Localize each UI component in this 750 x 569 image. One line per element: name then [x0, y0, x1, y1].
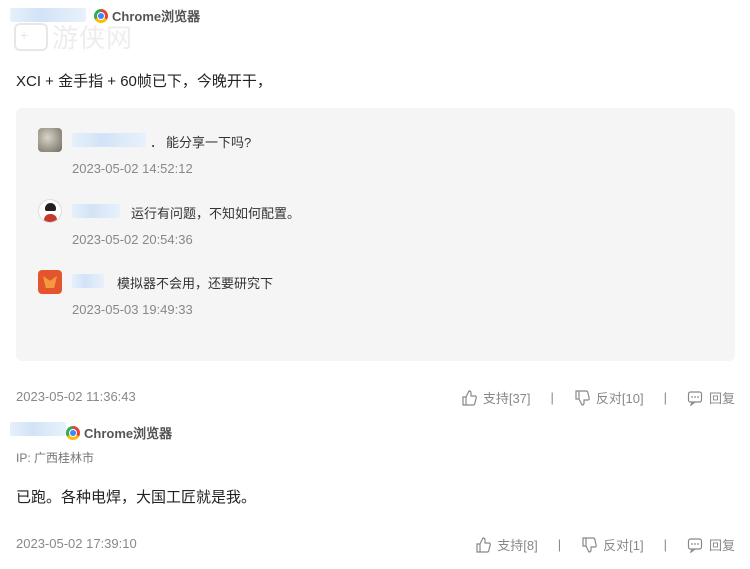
oppose-label: 反对[10]: [595, 391, 644, 406]
comment-time: 2023-05-02 11:36:43: [16, 389, 136, 404]
oppose-button[interactable]: 反对[1]: [581, 535, 644, 554]
browser-tag: Chrome浏览器: [66, 423, 172, 442]
avatar[interactable]: [38, 199, 62, 223]
comment-actions: 支持[37] | 反对[10] | 回复: [461, 388, 735, 407]
chrome-logo-icon: [66, 425, 80, 440]
browser-label: Chrome浏览器: [84, 426, 173, 441]
support-button[interactable]: 支持[8]: [475, 535, 538, 554]
reply-username-redacted[interactable]: [72, 274, 104, 288]
reply-username-redacted[interactable]: [72, 204, 120, 218]
reply-time: 2023-05-02 20:54:36: [72, 232, 193, 247]
avatar[interactable]: [38, 128, 62, 152]
separator: |: [557, 537, 562, 552]
comment-text: XCI + 金手指 + 60帧已下，今晚开干，: [16, 73, 272, 90]
gamepad-icon: [14, 22, 48, 51]
username-redacted[interactable]: [10, 422, 66, 436]
reply-text: 模拟器不会用，还要研究下: [117, 276, 274, 291]
reply-label: 回复: [708, 538, 735, 553]
oppose-button[interactable]: 反对[10]: [574, 388, 644, 407]
comment-time: 2023-05-02 17:39:10: [16, 536, 137, 551]
thumbs-up-icon: [476, 536, 492, 553]
comment-text: 已跑。各种电焊，大国工匠就是我。: [16, 489, 257, 506]
reply-text: 能分享一下吗?: [166, 135, 252, 150]
oppose-label: 反对[1]: [603, 538, 644, 553]
watermark-text: 游侠网: [52, 24, 134, 54]
thumbs-down-icon: [575, 389, 590, 406]
site-watermark: 游侠网: [14, 18, 133, 55]
separator: |: [663, 390, 667, 405]
separator: |: [663, 537, 667, 552]
separator: |: [550, 390, 554, 405]
reply-button[interactable]: 回复: [687, 535, 735, 554]
avatar[interactable]: [38, 270, 62, 294]
support-label: 支持[37]: [482, 391, 531, 406]
reply-time: 2023-05-03 19:49:33: [72, 302, 193, 317]
support-button[interactable]: 支持[37]: [461, 388, 531, 407]
support-label: 支持[8]: [497, 538, 538, 553]
reply-label: 回复: [708, 391, 735, 406]
thumbs-up-icon: [462, 389, 477, 406]
speech-bubble-icon: [687, 390, 703, 406]
reply-text: 运行有问题，不知如何配置。: [131, 206, 301, 221]
thumbs-down-icon: [582, 536, 597, 553]
reply-button[interactable]: 回复: [687, 388, 735, 407]
ip-location: IP: 广西桂林市: [16, 451, 95, 465]
comment-actions: 支持[8] | 反对[1] | 回复: [475, 535, 735, 554]
speech-bubble-icon: [687, 537, 703, 553]
reply-username-redacted[interactable]: [72, 133, 146, 147]
reply-time: 2023-05-02 14:52:12: [72, 161, 193, 176]
reply-name-suffix: ．: [150, 135, 164, 150]
